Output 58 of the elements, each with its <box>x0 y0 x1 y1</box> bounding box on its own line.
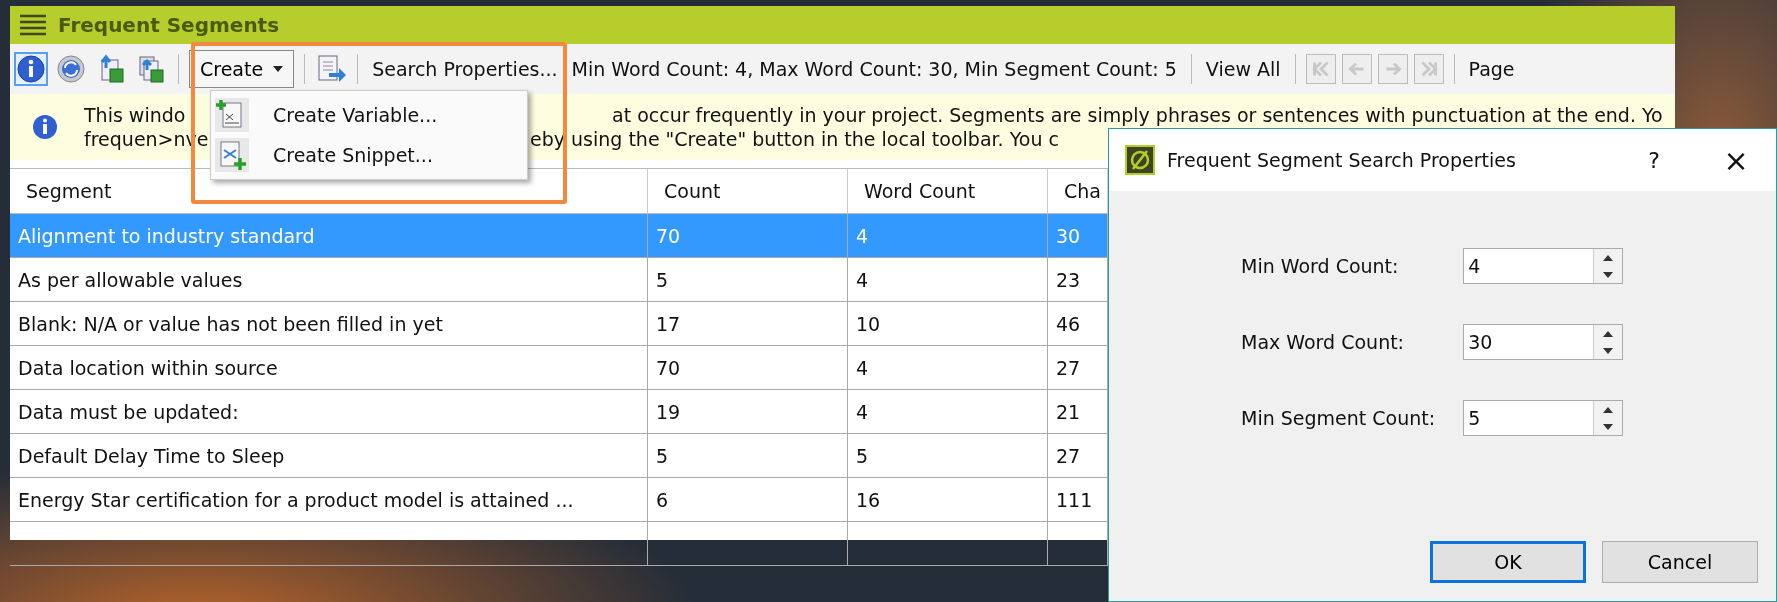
field-label: Min Segment Count: <box>1241 407 1436 429</box>
info-icon <box>16 54 46 84</box>
search-summary: Min Word Count: 4, Max Word Count: 30, Min Segment Count: 5 <box>570 58 1178 80</box>
export-all-icon <box>136 54 166 84</box>
table-cell[interactable]: 5 <box>648 434 848 478</box>
spin-field[interactable]: 30 <box>1463 324 1624 360</box>
table-cell[interactable]: 10 <box>848 302 1048 346</box>
table-cell[interactable]: 5 <box>848 434 1048 478</box>
table-cell[interactable]: 4 <box>848 258 1048 302</box>
up-arrow-icon[interactable] <box>1603 406 1614 413</box>
menu-item[interactable]: Create Snippet... <box>273 144 433 166</box>
info-icon <box>32 114 58 140</box>
snippet-document-icon <box>215 138 249 172</box>
table-cell[interactable]: 19 <box>648 390 848 434</box>
up-arrow-icon[interactable] <box>1603 254 1614 261</box>
caret-icon <box>273 66 284 72</box>
table-cell[interactable]: Energy Star certification for a product model is attained ... <box>10 478 648 522</box>
table-cell[interactable]: 70 <box>648 346 848 390</box>
table-cell[interactable]: Blank: N/A or value has not been filled in yet <box>10 302 648 346</box>
info-text: at occur frequently in your project. Segments are simply phrases or sentences with punctuation at the end. Yo <box>612 104 1663 126</box>
field-label: Min Word Count: <box>1241 255 1400 277</box>
table-cell[interactable]: 4 <box>848 346 1048 390</box>
close-button[interactable]: × <box>1696 142 1776 178</box>
down-arrow-icon[interactable] <box>1603 423 1614 430</box>
leaf-logo-icon <box>1125 145 1155 175</box>
table-cell[interactable]: 16 <box>848 478 1048 522</box>
info-text: eby using the "Create" button in the local toolbar. You c <box>530 128 1060 150</box>
refresh-icon <box>56 54 86 84</box>
page-label: Page <box>1467 58 1516 80</box>
spin-field[interactable]: 4 <box>1463 248 1624 284</box>
window-title: Frequent Segments <box>58 13 280 37</box>
variable-document-icon <box>215 98 249 132</box>
table-cell[interactable]: Default Delay Time to Sleep <box>10 434 648 478</box>
table-cell[interactable]: Data must be updated: <box>10 390 648 434</box>
table-cell[interactable]: 17 <box>648 302 848 346</box>
create-button[interactable]: Create <box>189 50 295 88</box>
table-cell[interactable]: 6 <box>648 478 848 522</box>
menu-item[interactable]: Create Variable... <box>273 104 438 126</box>
view-all-button[interactable]: View All <box>1201 58 1285 80</box>
table-cell[interactable]: As per allowable values <box>10 258 648 302</box>
menu-icon[interactable] <box>18 12 48 38</box>
ok-button[interactable]: OK <box>1430 541 1586 583</box>
cancel-button[interactable]: Cancel <box>1602 541 1758 583</box>
table-cell[interactable]: Data location within source <box>10 346 648 390</box>
dialog-title: Frequent Segment Search Properties <box>1167 149 1517 171</box>
document-arrow-icon[interactable] <box>315 53 348 85</box>
info-text: This windo <box>84 104 186 126</box>
spin-field[interactable]: 5 <box>1463 400 1624 436</box>
down-arrow-icon[interactable] <box>1603 271 1614 278</box>
search-properties-button[interactable]: Search Properties... <box>368 58 562 80</box>
toolbar-button[interactable] <box>54 52 88 86</box>
help-button[interactable]: ? <box>1624 147 1684 173</box>
toolbar-button[interactable] <box>14 52 48 86</box>
down-arrow-icon[interactable] <box>1603 347 1614 354</box>
up-arrow-icon[interactable] <box>1603 330 1614 337</box>
field-label: Max Word Count: <box>1241 331 1406 353</box>
table-cell[interactable]: 5 <box>648 258 848 302</box>
table-cell[interactable]: 4 <box>848 390 1048 434</box>
